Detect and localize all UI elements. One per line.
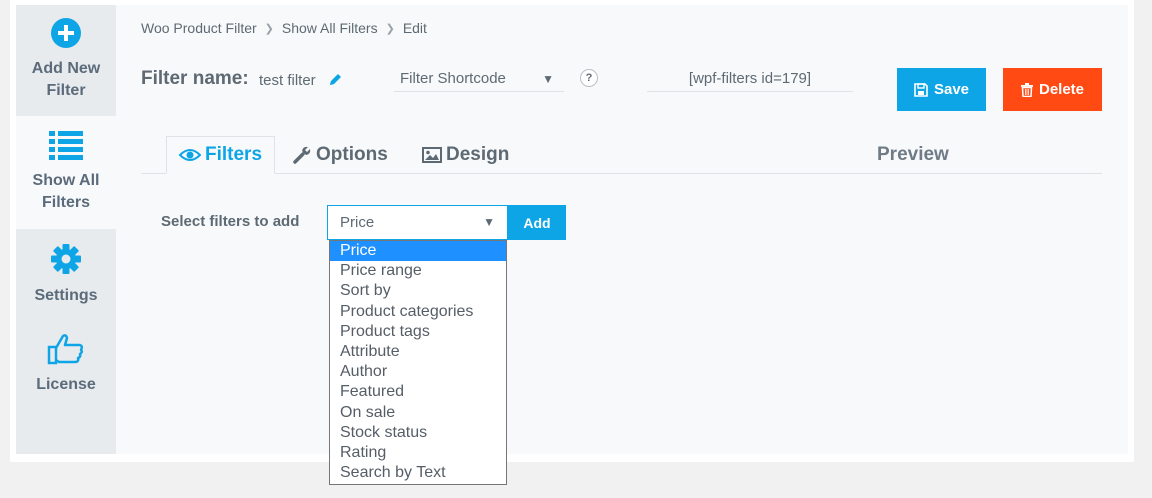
dropdown-option[interactable]: Product categories — [330, 302, 506, 322]
delete-button-label: Delete — [1038, 81, 1085, 98]
sidebar-item-label: License — [36, 376, 96, 393]
filter-type-dropdown-list: Price Price range Sort by Product catego… — [329, 240, 507, 485]
dropdown-option[interactable]: Stock status — [330, 423, 506, 443]
caret-down-icon: ▼ — [542, 72, 554, 86]
dropdown-option[interactable]: On sale — [330, 403, 506, 423]
breadcrumb-item-woo-product-filter[interactable]: Woo Product Filter — [141, 20, 257, 36]
caret-down-icon: ▼ — [483, 215, 495, 229]
tabs-divider — [141, 173, 1102, 174]
gear-icon — [51, 244, 81, 274]
help-icon[interactable]: ? — [580, 69, 598, 87]
sidebar-item-settings[interactable]: Settings — [16, 229, 116, 319]
dropdown-option[interactable]: Search by Text — [330, 463, 506, 483]
tab-options[interactable]: Options — [292, 136, 388, 174]
filter-type-select-value: Price — [340, 214, 375, 231]
add-filter-button[interactable]: Add — [508, 205, 566, 240]
sidebar-item-license[interactable]: License — [16, 319, 116, 409]
tab-design[interactable]: Design — [422, 136, 509, 174]
tab-label: Design — [446, 144, 510, 165]
dropdown-option[interactable]: Rating — [330, 443, 506, 463]
shortcode-field[interactable]: [wpf-filters id=179] — [647, 66, 853, 92]
eye-icon — [179, 149, 201, 161]
filter-type-select[interactable]: Price ▼ — [327, 205, 508, 240]
sidebar: Add New Filter Show All Filters Settings… — [16, 5, 116, 454]
tab-label: Options — [316, 144, 388, 165]
dropdown-option[interactable]: Featured — [330, 382, 506, 402]
sidebar-item-label: Settings — [34, 287, 98, 304]
sidebar-item-show-all-filters[interactable]: Show All Filters — [16, 116, 116, 229]
select-filters-label: Select filters to add — [161, 213, 300, 230]
breadcrumb-item-edit: Edit — [402, 20, 427, 36]
preview-label: Preview — [877, 144, 949, 165]
filter-name-value[interactable]: test filter — [259, 72, 316, 89]
breadcrumb: Woo Product Filter ❯ Show All Filters ❯ Edit — [141, 20, 427, 36]
sidebar-item-label: Add New Filter — [31, 60, 101, 99]
dropdown-option[interactable]: Sort by — [330, 281, 506, 301]
list-icon — [49, 131, 83, 160]
plus-circle-icon — [51, 18, 81, 48]
dropdown-option[interactable]: Author — [330, 362, 506, 382]
save-button[interactable]: Save — [897, 68, 986, 111]
save-button-label: Save — [933, 81, 970, 98]
image-icon — [422, 147, 442, 163]
dropdown-option[interactable]: Product tags — [330, 322, 506, 342]
floppy-disk-icon — [914, 82, 928, 97]
chevron-right-icon: ❯ — [385, 23, 395, 35]
delete-button[interactable]: Delete — [1003, 68, 1102, 111]
trash-icon — [1020, 82, 1033, 97]
dropdown-option[interactable]: Price range — [330, 261, 506, 281]
filter-name-label: Filter name: — [141, 68, 249, 89]
pencil-icon[interactable] — [328, 72, 343, 87]
sidebar-item-add-new-filter[interactable]: Add New Filter — [16, 5, 116, 116]
tab-filters[interactable]: Filters — [166, 136, 275, 174]
shortcode-select-value: Filter Shortcode — [400, 70, 506, 87]
tab-label: Filters — [205, 144, 263, 165]
thumbs-up-icon — [47, 334, 84, 365]
dropdown-option[interactable]: Attribute — [330, 342, 506, 362]
chevron-right-icon: ❯ — [264, 23, 274, 35]
breadcrumb-item-show-all-filters[interactable]: Show All Filters — [282, 20, 378, 36]
wrench-icon — [293, 146, 311, 164]
sidebar-item-label: Show All Filters — [32, 172, 100, 211]
dropdown-option[interactable]: Price — [330, 241, 506, 262]
shortcode-select[interactable]: Filter Shortcode ▼ — [394, 66, 564, 92]
